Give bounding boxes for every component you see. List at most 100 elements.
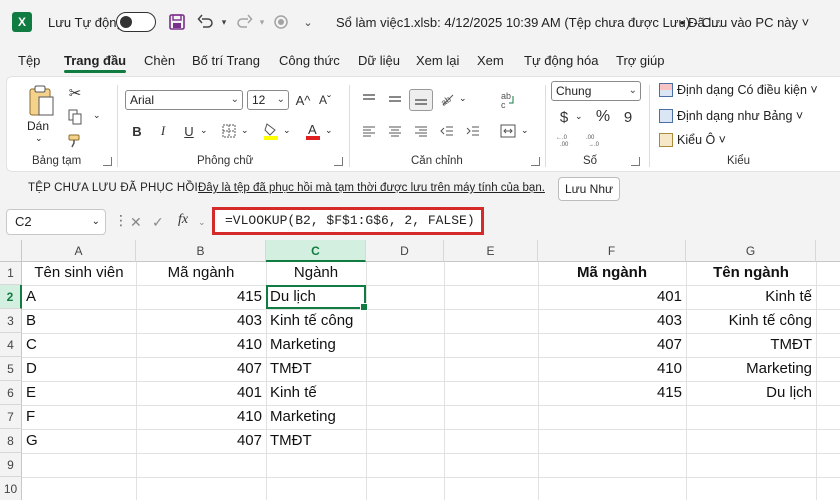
tab-help[interactable]: Trợ giúp (616, 53, 665, 68)
font-launcher-icon[interactable] (334, 157, 343, 166)
cell-a5[interactable]: D (26, 357, 134, 381)
tab-home[interactable]: Trang đầu (64, 53, 127, 73)
paste-dropdown-icon[interactable]: ⌄ (35, 133, 43, 144)
cell-f3[interactable]: 403 (538, 309, 682, 333)
cell-a8[interactable]: G (26, 429, 134, 453)
more-options-icon[interactable]: ⋮ (114, 212, 128, 229)
copy-icon[interactable] (65, 107, 85, 127)
cell-c7[interactable]: Marketing (270, 405, 366, 429)
paste-icon[interactable] (27, 83, 57, 119)
cancel-icon[interactable]: ✕ (130, 214, 142, 231)
increase-indent-icon[interactable] (463, 121, 483, 141)
cell-styles-button[interactable]: Kiểu Ô ˅ (659, 133, 726, 147)
cell-a7[interactable]: F (26, 405, 134, 429)
column-header-h[interactable] (816, 240, 840, 262)
decrease-font-icon[interactable]: Aˇ (315, 90, 335, 110)
cell-g2[interactable]: Kinh tế (686, 285, 812, 309)
column-header-e[interactable]: E (444, 240, 538, 262)
cell-b6[interactable]: 401 (136, 381, 262, 405)
cell-b1[interactable]: Mã ngành (136, 261, 266, 285)
cell-c6[interactable]: Kinh tế (270, 381, 366, 405)
redo-icon[interactable] (232, 10, 256, 34)
row-header[interactable]: 10 (0, 477, 22, 500)
align-bottom-icon[interactable] (409, 89, 433, 111)
merge-center-icon[interactable] (497, 121, 519, 141)
undo-dropdown-icon[interactable]: ▾ (218, 10, 230, 34)
cell-b5[interactable]: 407 (136, 357, 262, 381)
format-as-table-button[interactable]: Định dạng như Bảng ˅ (659, 109, 803, 123)
row-header[interactable]: 6 (0, 381, 22, 405)
tab-formulas[interactable]: Công thức (279, 53, 340, 68)
align-right-icon[interactable] (411, 121, 431, 141)
align-middle-icon[interactable] (385, 89, 405, 109)
cell-b3[interactable]: 403 (136, 309, 262, 333)
alignment-launcher-icon[interactable] (531, 157, 540, 166)
tab-view[interactable]: Xem (477, 53, 504, 68)
tab-page-layout[interactable]: Bố trí Trang (192, 53, 260, 68)
name-box[interactable]: C2 ⌄ (6, 209, 106, 235)
cell-f5[interactable]: 410 (538, 357, 682, 381)
align-top-icon[interactable] (359, 89, 379, 109)
cell-b2[interactable]: 415 (136, 285, 262, 309)
column-header-b[interactable]: B (136, 240, 266, 262)
cell-a6[interactable]: E (26, 381, 134, 405)
insert-function-icon[interactable]: fx (178, 212, 188, 228)
tab-review[interactable]: Xem lại (416, 53, 459, 68)
percent-icon[interactable]: % (593, 107, 613, 127)
font-color-dropdown-icon[interactable]: ⌄ (325, 125, 333, 136)
bold-button[interactable]: B (127, 121, 147, 141)
active-cell-selection[interactable] (266, 285, 368, 311)
cell-c4[interactable]: Marketing (270, 333, 366, 357)
enter-icon[interactable]: ✓ (152, 214, 164, 231)
row-header[interactable]: 9 (0, 453, 22, 477)
cell-f1[interactable]: Mã ngành (538, 261, 686, 285)
record-icon[interactable] (270, 10, 292, 34)
format-painter-icon[interactable] (65, 131, 85, 151)
increase-font-icon[interactable]: A^ (293, 90, 313, 110)
cell-c8[interactable]: TMĐT (270, 429, 366, 453)
fill-color-dropdown-icon[interactable]: ⌄ (283, 125, 291, 136)
cut-icon[interactable]: ✂ (65, 83, 85, 103)
cell-c5[interactable]: TMĐT (270, 357, 366, 381)
row-header[interactable]: 3 (0, 309, 22, 333)
currency-icon[interactable]: $ (555, 107, 573, 127)
cell-f4[interactable]: 407 (538, 333, 682, 357)
undo-icon[interactable] (194, 10, 218, 34)
row-header[interactable]: 4 (0, 333, 22, 357)
cell-a1[interactable]: Tên sinh viên (22, 261, 136, 285)
cell-g1[interactable]: Tên ngành (686, 261, 816, 285)
select-all-corner[interactable] (0, 240, 22, 262)
align-center-icon[interactable] (385, 121, 405, 141)
cell-f2[interactable]: 401 (538, 285, 682, 309)
paste-label[interactable]: Dán (27, 119, 49, 133)
number-format-select[interactable]: Chung ⌄ (551, 81, 641, 101)
comma-style-icon[interactable]: 9 (619, 107, 637, 127)
fill-color-icon[interactable] (261, 121, 281, 141)
decrease-decimal-icon[interactable]: .00 →.0 (585, 131, 607, 149)
cell-g5[interactable]: Marketing (686, 357, 812, 381)
italic-button[interactable]: I (153, 121, 173, 141)
underline-dropdown-icon[interactable]: ⌄ (200, 125, 208, 136)
row-header[interactable]: 8 (0, 429, 22, 453)
copy-dropdown-icon[interactable]: ⌄ (93, 110, 101, 121)
font-size-select[interactable]: 12 ⌄ (247, 90, 289, 110)
tab-insert[interactable]: Chèn (144, 53, 175, 68)
row-header[interactable]: 1 (0, 262, 22, 285)
tab-automate[interactable]: Tự động hóa (524, 53, 598, 68)
orientation-icon[interactable]: ab (437, 89, 457, 109)
cell-b8[interactable]: 407 (136, 429, 262, 453)
align-left-icon[interactable] (359, 121, 379, 141)
font-name-select[interactable]: Arial ⌄ (125, 90, 243, 110)
orientation-dropdown-icon[interactable]: ⌄ (459, 93, 467, 104)
save-as-button[interactable]: Lưu Như (558, 177, 620, 201)
borders-dropdown-icon[interactable]: ⌄ (241, 125, 249, 136)
clipboard-launcher-icon[interactable] (103, 157, 112, 166)
column-header-f[interactable]: F (538, 240, 686, 262)
increase-decimal-icon[interactable]: ←.0.00 (555, 131, 577, 149)
redo-dropdown-icon[interactable]: ▾ (256, 10, 268, 34)
spreadsheet-grid[interactable]: A B C D E F G 1 2 3 4 5 6 7 8 9 10 Tên s… (0, 240, 840, 500)
cell-g3[interactable]: Kinh tế công (686, 309, 812, 333)
column-header-d[interactable]: D (366, 240, 444, 262)
row-header[interactable]: 5 (0, 357, 22, 381)
conditional-formatting-button[interactable]: Định dạng Có điều kiện ˅ (659, 83, 818, 97)
